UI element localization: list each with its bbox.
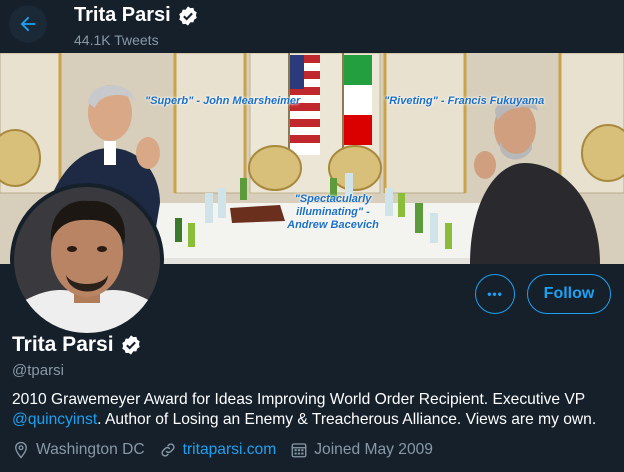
verified-badge-icon xyxy=(179,5,197,26)
profile-handle: @tparsi xyxy=(12,362,64,379)
banner-quote-fukuyama: "Riveting" - Francis Fukuyama xyxy=(384,95,545,107)
follow-button[interactable]: Follow xyxy=(527,274,611,314)
verified-badge-icon xyxy=(121,335,140,355)
top-bar: Trita Parsi 44.1K Tweets xyxy=(0,0,624,53)
back-arrow-icon xyxy=(20,16,36,32)
profile-name-row: Trita Parsi xyxy=(12,333,142,357)
bio-text-2: . Author of Losing an Enemy & Treacherou… xyxy=(97,411,597,428)
link-icon xyxy=(161,443,175,457)
tweet-count: 44.1K Tweets xyxy=(74,32,159,48)
profile-bio: 2010 Grawemeyer Award for Ideas Improvin… xyxy=(12,390,612,430)
more-icon: ••• xyxy=(487,287,503,301)
bio-mention-link[interactable]: @quincyinst xyxy=(12,411,97,428)
banner-quote-line3: Andrew Bacevich xyxy=(287,219,379,231)
joined-text: Joined May 2009 xyxy=(314,441,433,458)
location-pin-icon xyxy=(15,441,27,459)
banner-quote-line2: illuminating" - xyxy=(296,206,370,218)
location-item: Washington DC xyxy=(12,441,145,459)
profile-name: Trita Parsi xyxy=(12,333,114,356)
bio-text-1: 2010 Grawemeyer Award for Ideas Improvin… xyxy=(12,391,586,408)
header-title: Trita Parsi xyxy=(74,4,199,27)
website-link[interactable]: tritaparsi.com xyxy=(183,441,277,459)
website-item: tritaparsi.com xyxy=(159,441,277,459)
avatar-image xyxy=(14,187,160,333)
banner-quote-line1: "Spectacularly xyxy=(294,193,372,205)
banner-quote-mearsheimer: "Superb" - John Mearsheimer xyxy=(145,95,301,107)
avatar[interactable] xyxy=(10,183,164,337)
header-name: Trita Parsi xyxy=(74,4,171,26)
back-button[interactable] xyxy=(9,5,47,43)
banner-quote-bacevich: "Spectacularly illuminating" - Andrew Ba… xyxy=(283,193,383,232)
profile-meta: Washington DC tritaparsi.com Joined May … xyxy=(12,441,447,459)
joined-item: Joined May 2009 xyxy=(290,441,433,459)
location-text: Washington DC xyxy=(36,441,145,458)
more-options-button[interactable]: ••• xyxy=(475,274,515,314)
calendar-icon xyxy=(291,443,307,458)
